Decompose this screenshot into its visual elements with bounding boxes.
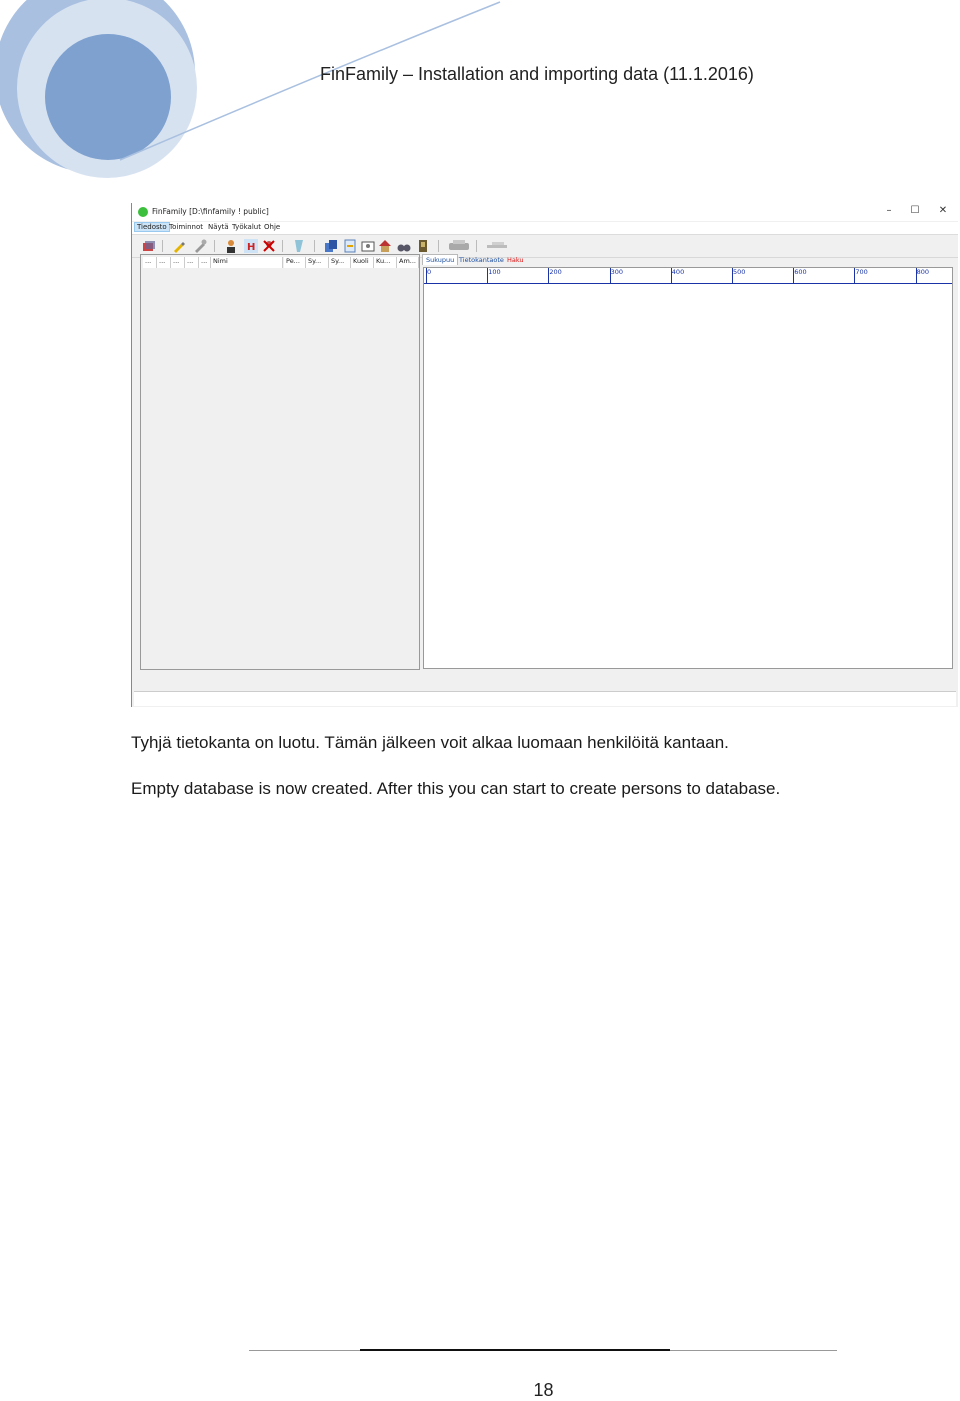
window-titlebar: FinFamily [D:\finfamily ! public] – ☐ ✕	[132, 203, 958, 221]
tab-sukupuu[interactable]: Sukupuu	[422, 254, 459, 265]
open-database-icon[interactable]	[142, 239, 156, 253]
print-icon[interactable]	[448, 239, 470, 253]
menu-tyokalut[interactable]: Työkalut	[230, 223, 263, 231]
close-button[interactable]: ✕	[934, 205, 952, 216]
header-decoration	[0, 0, 501, 178]
column-header[interactable]: Am...	[397, 257, 419, 268]
page-number: 18	[533, 1380, 554, 1400]
person-icon[interactable]	[224, 239, 238, 253]
svg-text:H: H	[247, 242, 255, 253]
toolbar-separator	[214, 240, 215, 252]
tools-icon[interactable]	[193, 239, 207, 253]
tab-tietokantaote[interactable]: Tietokantaote	[456, 255, 507, 265]
edit-pencil-icon[interactable]	[172, 239, 186, 253]
toolbar-separator	[476, 240, 477, 252]
column-header[interactable]: ...	[143, 257, 157, 268]
toolbar-separator	[438, 240, 439, 252]
ruler-label: 800	[916, 268, 930, 276]
ruler-label: 600	[794, 268, 807, 276]
column-header[interactable]: ...	[171, 257, 185, 268]
ruler-baseline	[424, 283, 952, 284]
app-window-screenshot: FinFamily [D:\finfamily ! public] – ☐ ✕ …	[131, 203, 958, 707]
copy-icon[interactable]	[324, 239, 338, 253]
haku-h-icon[interactable]: H	[244, 239, 258, 253]
decor-circle-inner	[45, 34, 171, 160]
delete-person-icon[interactable]	[262, 239, 276, 253]
family-tree-panel[interactable]: 0 100 200 300 400 500 600 700 800	[423, 267, 953, 669]
column-header[interactable]: ...	[185, 257, 199, 268]
minimize-button[interactable]: –	[880, 205, 898, 216]
app-logo-icon	[138, 207, 148, 217]
home-icon[interactable]	[378, 239, 392, 253]
column-header-name[interactable]: Nimi	[211, 257, 283, 268]
menu-tiedosto[interactable]: Tiedosto	[134, 222, 170, 232]
toolbar-separator	[162, 240, 163, 252]
binoculars-icon[interactable]	[397, 239, 411, 253]
column-header[interactable]: Sy...	[306, 257, 329, 268]
document-icon[interactable]	[343, 239, 357, 253]
menu-nayta[interactable]: Näytä	[206, 223, 231, 231]
ruler-label: 0	[427, 268, 432, 276]
column-header[interactable]: Kuoli	[351, 257, 374, 268]
footer-divider-accent	[360, 1349, 670, 1351]
ruler-label: 700	[855, 268, 868, 276]
ruler-label: 300	[610, 268, 624, 276]
picture-icon[interactable]	[361, 239, 375, 253]
menu-toiminnot[interactable]: Toiminnot	[167, 223, 205, 231]
column-header[interactable]: ...	[157, 257, 171, 268]
column-header[interactable]: Pe...	[284, 257, 306, 268]
menu-ohje[interactable]: Ohje	[262, 223, 282, 231]
door-icon[interactable]	[416, 239, 430, 253]
paragraph-english: Empty database is now created. After thi…	[131, 779, 781, 798]
column-header[interactable]: ...	[199, 257, 211, 268]
column-header[interactable]: Ku...	[374, 257, 397, 268]
ruler: 0 100 200 300 400 500 600 700 800	[424, 268, 952, 284]
toolbar-separator	[282, 240, 283, 252]
toolbar-separator	[314, 240, 315, 252]
ruler-label: 400	[671, 268, 685, 276]
tab-haku[interactable]: Haku	[504, 255, 527, 265]
page-header-title: FinFamily – Installation and importing d…	[320, 64, 754, 84]
paragraph-finnish: Tyhjä tietokanta on luotu. Tämän jälkeen…	[131, 733, 729, 752]
window-title: FinFamily [D:\finfamily ! public]	[152, 207, 269, 216]
ruler-label: 500	[733, 268, 746, 276]
persons-list-panel[interactable]: ... ... ... ... ... Nimi Pe... Sy... Sy.…	[140, 254, 420, 670]
ruler-label: 200	[549, 268, 562, 276]
maximize-button[interactable]: ☐	[906, 205, 924, 216]
column-header[interactable]: Sy...	[329, 257, 351, 268]
menu-bar: Tiedosto Toiminnot Näytä Työkalut Ohje	[132, 222, 958, 235]
printer-setup-icon[interactable]	[486, 239, 508, 253]
status-bar	[134, 691, 956, 706]
notes-icon[interactable]	[292, 239, 306, 253]
ruler-label: 100	[488, 268, 501, 276]
